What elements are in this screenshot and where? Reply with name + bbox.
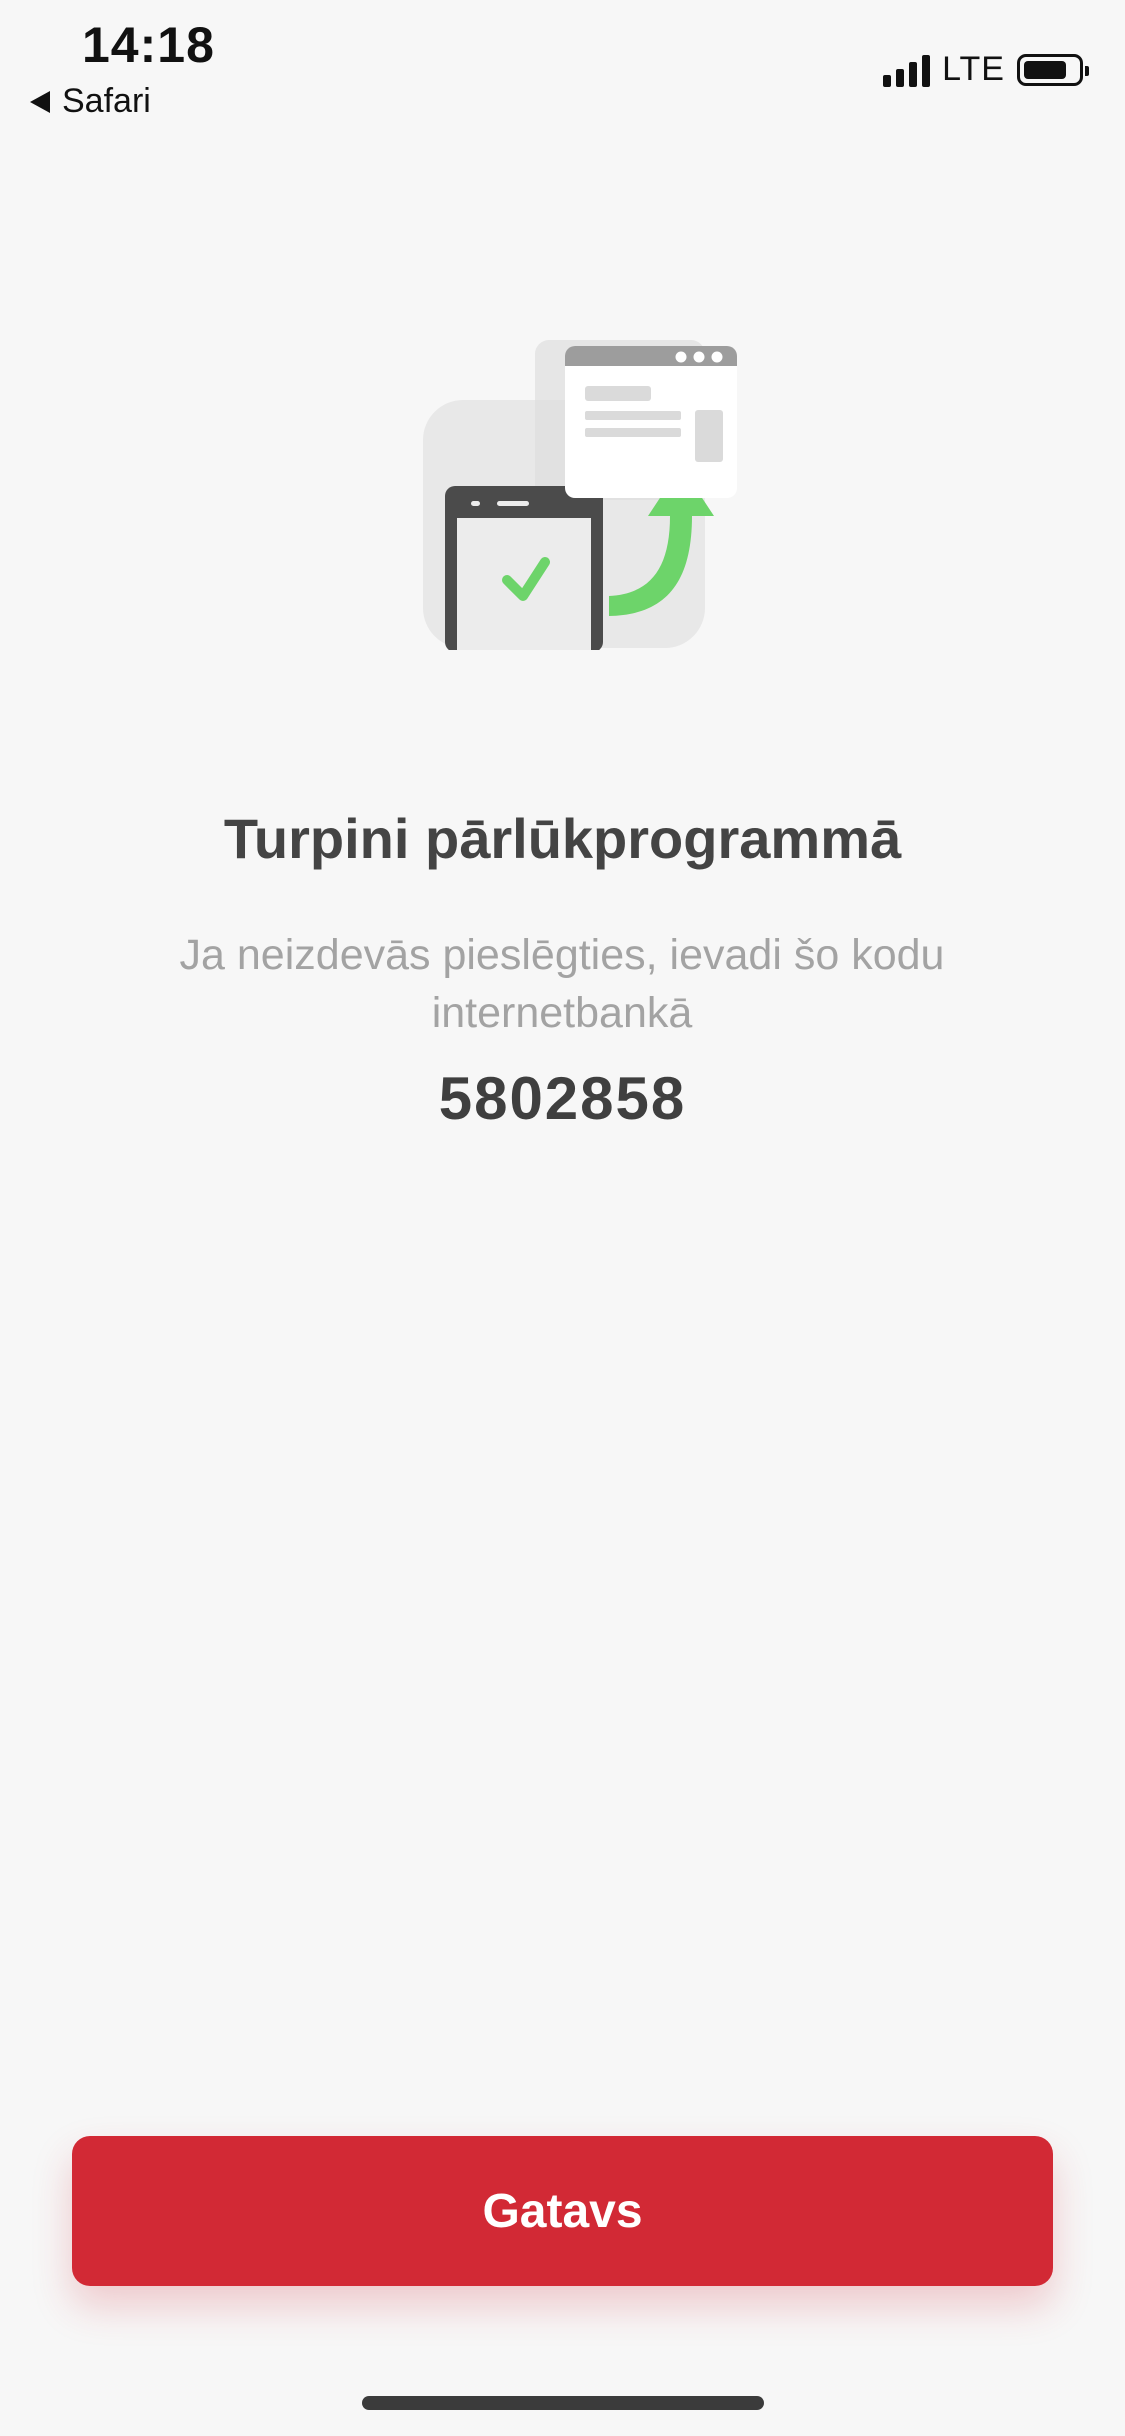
browser-window-icon (565, 346, 737, 498)
phone-icon (445, 486, 603, 650)
page-title: Turpini pārlūkprogrammā (223, 807, 902, 870)
back-app-label: Safari (62, 82, 151, 120)
back-arrow-icon (30, 90, 50, 113)
done-button[interactable]: Gatavs (72, 2136, 1053, 2286)
network-type: LTE (942, 50, 1005, 88)
signal-strength-icon (883, 53, 931, 87)
back-to-app-link[interactable]: Safari (30, 82, 151, 121)
status-bar: 14:18 Safari LTE (0, 0, 1125, 132)
home-indicator[interactable] (362, 2396, 764, 2410)
instruction-text: Ja neizdevās pieslēgties, ievadi šo kodu… (179, 931, 945, 1037)
login-code: 5802858 (438, 1065, 687, 1132)
phone-to-browser-illustration (423, 340, 737, 650)
status-time: 14:18 (82, 17, 215, 73)
battery-icon (1017, 53, 1089, 86)
status-indicators: LTE (883, 50, 1089, 89)
